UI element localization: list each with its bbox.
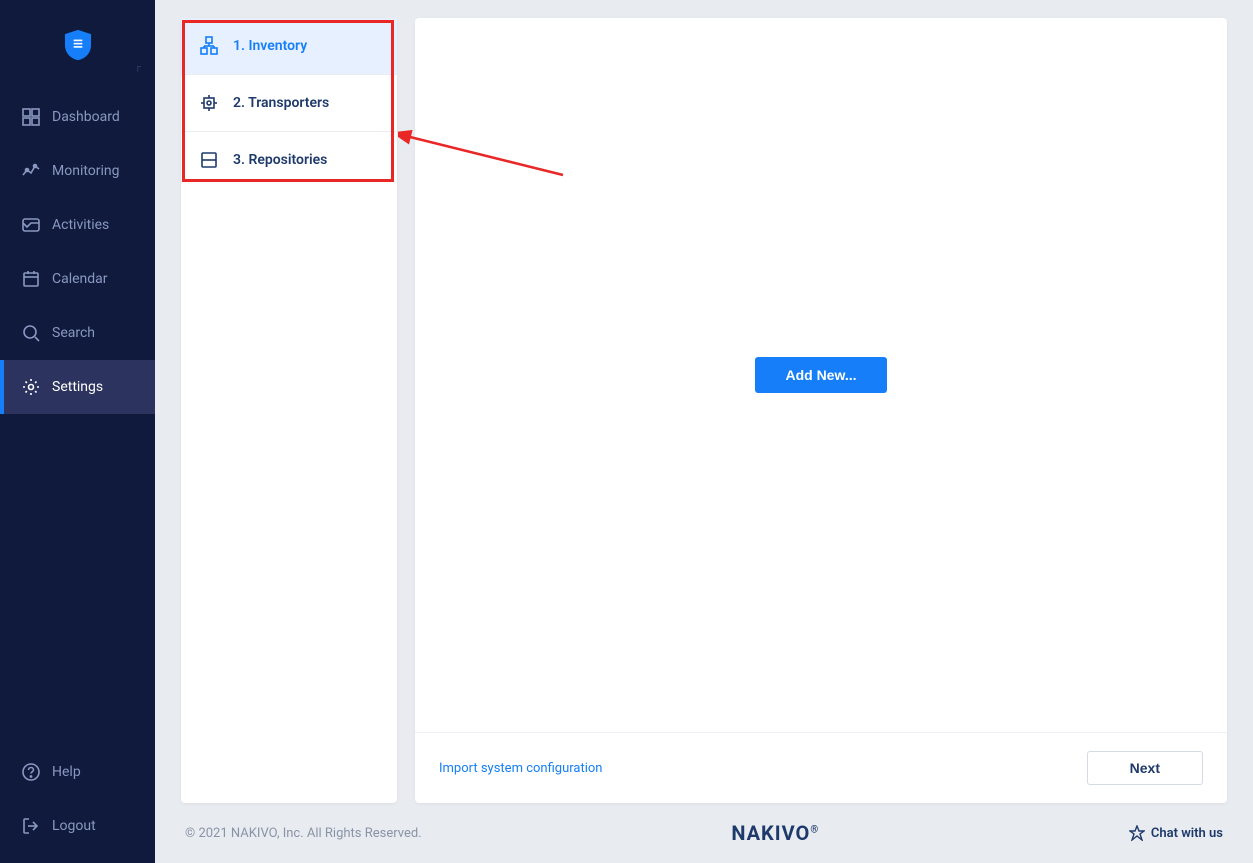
transporters-icon [199, 93, 219, 113]
dashboard-icon [22, 108, 40, 126]
nav-label: Help [52, 764, 81, 780]
brand-logo: NAKIVO® [731, 821, 819, 845]
import-config-link[interactable]: Import system configuration [439, 761, 603, 776]
inventory-icon [199, 36, 219, 56]
help-icon [22, 763, 40, 781]
nav-label: Activities [52, 217, 109, 233]
footer: © 2021 NAKIVO, Inc. All Rights Reserved.… [181, 803, 1227, 863]
nav-dashboard[interactable]: Dashboard [0, 90, 155, 144]
nav-search[interactable]: Search [0, 306, 155, 360]
chat-with-us-link[interactable]: Chat with us [1129, 825, 1223, 841]
corner-mark: ┌ [135, 61, 141, 72]
nav-settings[interactable]: Settings [0, 360, 155, 414]
content-panel: Add New... Import system configuration N… [415, 18, 1227, 803]
nav-help[interactable]: Help [0, 745, 155, 799]
nav-label: Settings [52, 379, 103, 395]
nav-label: Calendar [52, 271, 108, 287]
steps-panel: 1. Inventory 2. Transporters 3. Reposito… [181, 18, 397, 803]
step-label: 1. Inventory [233, 38, 307, 54]
nav-activities[interactable]: Activities [0, 198, 155, 252]
logout-icon [22, 817, 40, 835]
nav-label: Logout [52, 818, 96, 834]
nav-calendar[interactable]: Calendar [0, 252, 155, 306]
activities-icon [22, 216, 40, 234]
calendar-icon [22, 270, 40, 288]
step-inventory[interactable]: 1. Inventory [181, 18, 397, 75]
step-transporters[interactable]: 2. Transporters [181, 75, 397, 132]
star-icon [1129, 825, 1145, 841]
nav-label: Monitoring [52, 163, 120, 179]
chat-label: Chat with us [1151, 826, 1223, 841]
nav-monitoring[interactable]: Monitoring [0, 144, 155, 198]
next-button[interactable]: Next [1087, 751, 1203, 785]
sidebar: ┌ Dashboard Monitoring Activities Calend… [0, 0, 155, 863]
add-new-button[interactable]: Add New... [755, 357, 886, 393]
gear-icon [22, 378, 40, 396]
nav-label: Dashboard [52, 109, 120, 125]
nav-logout[interactable]: Logout [0, 799, 155, 853]
step-label: 3. Repositories [233, 152, 327, 168]
step-repositories[interactable]: 3. Repositories [181, 132, 397, 188]
copyright: © 2021 NAKIVO, Inc. All Rights Reserved. [185, 826, 422, 841]
nav-label: Search [52, 325, 95, 341]
search-icon [22, 324, 40, 342]
repositories-icon [199, 150, 219, 170]
monitoring-icon [22, 162, 40, 180]
shield-icon [65, 29, 91, 61]
step-label: 2. Transporters [233, 95, 329, 111]
logo-area: ┌ [0, 0, 155, 90]
